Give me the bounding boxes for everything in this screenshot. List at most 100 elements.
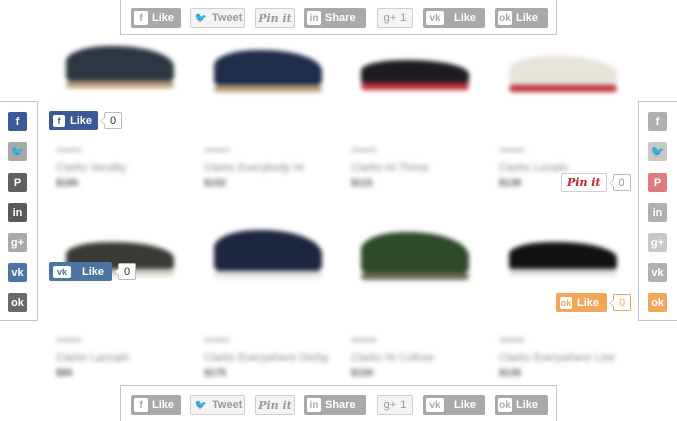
googleplus-count: 1 <box>400 399 407 411</box>
product-grid: Clarks Vendity $180 Clarks Everybody Hi … <box>0 0 677 420</box>
facebook-icon: f <box>134 398 148 412</box>
product-card[interactable]: Clarks Lannalo $80 <box>56 228 186 383</box>
vk-icon[interactable]: vk <box>8 263 27 282</box>
googleplus-count: 1 <box>400 12 407 24</box>
product-name: Clarks Lannalo <box>56 352 130 364</box>
vk-like-label: Like <box>454 12 477 24</box>
pinterest-pin-button[interactable]: Pin it <box>561 173 607 192</box>
vk-icon: vk <box>53 265 71 278</box>
pinterest-icon[interactable]: P <box>648 173 667 192</box>
odnoklassniki-like-label: Like <box>516 12 539 24</box>
googleplus-icon[interactable]: g+ <box>8 233 27 252</box>
bottom-share-bar: f Like 🐦 Tweet Pin it in Share g+ 1 vk Like o… <box>120 385 557 421</box>
pinterest-pin-button[interactable]: Pin it <box>255 8 295 28</box>
product-image <box>509 56 617 92</box>
googleplus-icon[interactable]: g+ <box>648 233 667 252</box>
product-price: $139 <box>499 178 522 189</box>
twitter-tweet-button[interactable]: 🐦 Tweet <box>190 395 245 415</box>
linkedin-share-label: Share <box>325 12 356 24</box>
twitter-tweet-button[interactable]: 🐦 Tweet <box>190 8 245 28</box>
odnoklassniki-like-button[interactable]: ok Like <box>556 293 608 312</box>
googleplus-button[interactable]: g+ 1 <box>377 395 413 415</box>
product-price: $135 <box>499 368 522 379</box>
product-card[interactable]: Clarks Everybody Hi $152 <box>204 38 334 193</box>
left-share-sidebar: f 🐦 P in g+ vk ok <box>0 101 38 321</box>
odnoklassniki-icon: ok <box>498 398 512 412</box>
linkedin-share-button[interactable]: in Share <box>304 395 366 415</box>
twitter-tweet-label: Tweet <box>212 12 243 24</box>
product-name: Clarks Lunatic <box>499 162 569 174</box>
product-card[interactable]: Clarks Everywhere Derby $175 <box>204 228 334 383</box>
floating-vk-like: vk Like 0 <box>49 262 137 281</box>
facebook-like-button[interactable]: f Like <box>131 395 181 415</box>
product-name: Clarks Hi Thrive <box>351 162 430 174</box>
facebook-icon[interactable]: f <box>648 112 667 131</box>
facebook-icon: f <box>134 11 148 25</box>
twitter-icon[interactable]: 🐦 <box>8 142 27 161</box>
linkedin-icon: in <box>307 11 321 25</box>
product-price: $115 <box>351 178 373 189</box>
product-price: $180 <box>56 178 79 189</box>
vk-like-label: Like <box>82 265 105 278</box>
odnoklassniki-icon[interactable]: ok <box>8 293 27 312</box>
vk-icon: vk <box>426 11 444 25</box>
product-brand <box>351 338 377 342</box>
twitter-tweet-label: Tweet <box>212 399 243 411</box>
product-name: Clarks Everywhere Low <box>499 352 615 364</box>
vk-like-count: 0 <box>114 263 137 280</box>
linkedin-icon: in <box>307 398 321 412</box>
odnoklassniki-like-button[interactable]: ok Like <box>495 395 548 415</box>
odnoklassniki-like-button[interactable]: ok Like <box>495 8 548 28</box>
facebook-like-label: Like <box>152 12 175 24</box>
product-price: $152 <box>204 178 227 189</box>
odnoklassniki-like-label: Like <box>577 296 600 309</box>
facebook-like-button[interactable]: f Like <box>131 8 181 28</box>
pinterest-pin-label: Pin it <box>567 176 601 189</box>
product-name: Clarks Everywhere Derby <box>204 352 329 364</box>
vk-like-label: Like <box>454 399 477 411</box>
pinterest-pin-label: Pin it <box>258 398 292 412</box>
product-name: Clarks Vendity <box>56 162 127 174</box>
googleplus-button[interactable]: g+ 1 <box>377 8 413 28</box>
facebook-like-count: 0 <box>100 112 123 129</box>
product-card[interactable]: Clarks Hi Culture $150 <box>351 228 481 383</box>
vk-icon[interactable]: vk <box>648 263 667 282</box>
product-image <box>214 230 322 278</box>
odnoklassniki-icon[interactable]: ok <box>648 293 667 312</box>
product-image <box>509 242 617 276</box>
vk-like-button[interactable]: vk Like <box>49 262 113 281</box>
odnoklassniki-like-count: 0 <box>609 294 632 311</box>
linkedin-icon[interactable]: in <box>648 203 667 222</box>
vk-like-button[interactable]: vk Like <box>423 8 485 28</box>
facebook-icon: f <box>53 114 65 127</box>
facebook-like-button[interactable]: f Like <box>49 111 99 130</box>
facebook-like-label: Like <box>152 399 175 411</box>
googleplus-icon: g+ <box>383 12 397 24</box>
product-price: $150 <box>351 368 374 379</box>
floating-facebook-like: f Like 0 <box>49 111 123 130</box>
top-share-bar: f Like 🐦 Tweet Pin it in Share g+ 1 vk Like o… <box>120 0 557 35</box>
googleplus-icon: g+ <box>383 399 397 411</box>
twitter-icon[interactable]: 🐦 <box>648 142 667 161</box>
product-brand <box>499 338 525 342</box>
product-card[interactable]: Clarks Hi Thrive $115 <box>351 38 481 193</box>
vk-like-button[interactable]: vk Like <box>423 395 485 415</box>
pinterest-icon[interactable]: P <box>8 173 27 192</box>
product-brand <box>351 148 377 152</box>
product-card[interactable]: Clarks Lunatic $139 <box>499 38 629 193</box>
pinterest-pin-label: Pin it <box>258 11 292 25</box>
linkedin-share-button[interactable]: in Share <box>304 8 366 28</box>
product-brand <box>56 338 82 342</box>
pinterest-pin-button[interactable]: Pin it <box>255 395 295 415</box>
product-price: $80 <box>56 368 73 379</box>
twitter-icon: 🐦 <box>194 399 208 411</box>
product-image <box>361 232 469 280</box>
facebook-icon[interactable]: f <box>8 112 27 131</box>
product-image <box>214 50 322 92</box>
product-brand <box>204 338 230 342</box>
vk-icon: vk <box>426 398 444 412</box>
odnoklassniki-like-label: Like <box>516 399 539 411</box>
floating-pinterest-pin: Pin it 0 <box>561 173 631 192</box>
linkedin-icon[interactable]: in <box>8 203 27 222</box>
odnoklassniki-icon: ok <box>560 296 572 309</box>
